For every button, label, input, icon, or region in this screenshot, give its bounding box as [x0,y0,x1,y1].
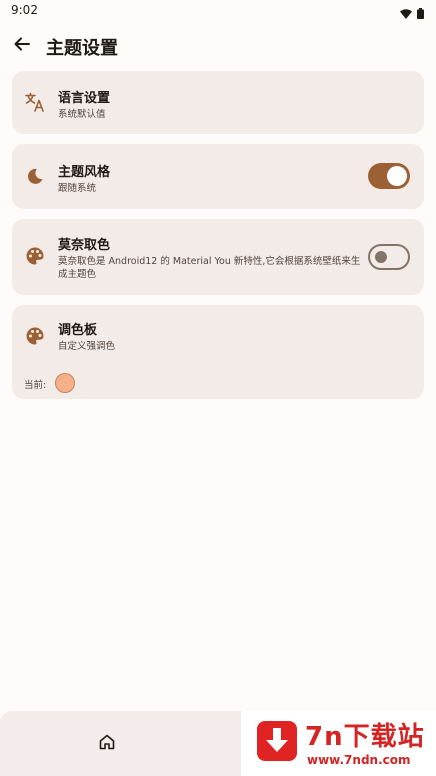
back-button[interactable] [10,34,34,58]
language-setting-subtitle: 系统默认值 [58,109,106,120]
wifi-icon [400,4,412,23]
theme-style-subtitle: 跟随系统 [58,183,97,194]
theme-style-title: 主题风格 [58,165,111,180]
arrow-back-icon [13,35,31,57]
page-title: 主题设置 [46,38,118,59]
current-color-label: 当前: [24,380,47,391]
palette-icon [24,245,46,267]
monet-color-title: 莫奈取色 [58,238,111,253]
moon-icon [24,165,46,187]
translate-icon [24,91,46,113]
download-logo-icon [257,721,297,761]
nav-home-button[interactable] [96,733,118,755]
status-time: 9:02 [11,3,38,17]
watermark-url: www.7ndn.com [307,753,411,767]
language-setting-title: 语言设置 [58,91,111,106]
watermark: 7n下载站 www.7ndn.com [241,711,436,776]
palette-card[interactable]: 调色板 自定义强调色 当前: [12,305,424,399]
theme-style-toggle[interactable] [368,163,410,189]
current-color-swatch[interactable] [55,373,75,393]
palette-icon [24,325,46,347]
monet-color-toggle[interactable] [368,244,410,270]
language-setting-card[interactable]: 语言设置 系统默认值 [12,71,424,134]
battery-icon [417,4,424,23]
status-icons [400,4,424,23]
toggle-knob [375,251,387,263]
monet-color-card[interactable]: 莫奈取色 莫奈取色是 Android12 的 Material You 新特性,… [12,219,424,295]
palette-subtitle: 自定义强调色 [58,341,116,352]
palette-title: 调色板 [58,323,98,338]
watermark-title: 7n下载站 [305,722,425,752]
monet-color-subtitle: 莫奈取色是 Android12 的 Material You 新特性,它会根据系… [58,256,361,280]
toggle-knob [387,166,407,186]
app-bar: 主题设置 [0,28,436,64]
status-bar: 9:02 [0,0,436,22]
theme-style-card[interactable]: 主题风格 跟随系统 [12,144,424,209]
home-icon [98,733,116,755]
